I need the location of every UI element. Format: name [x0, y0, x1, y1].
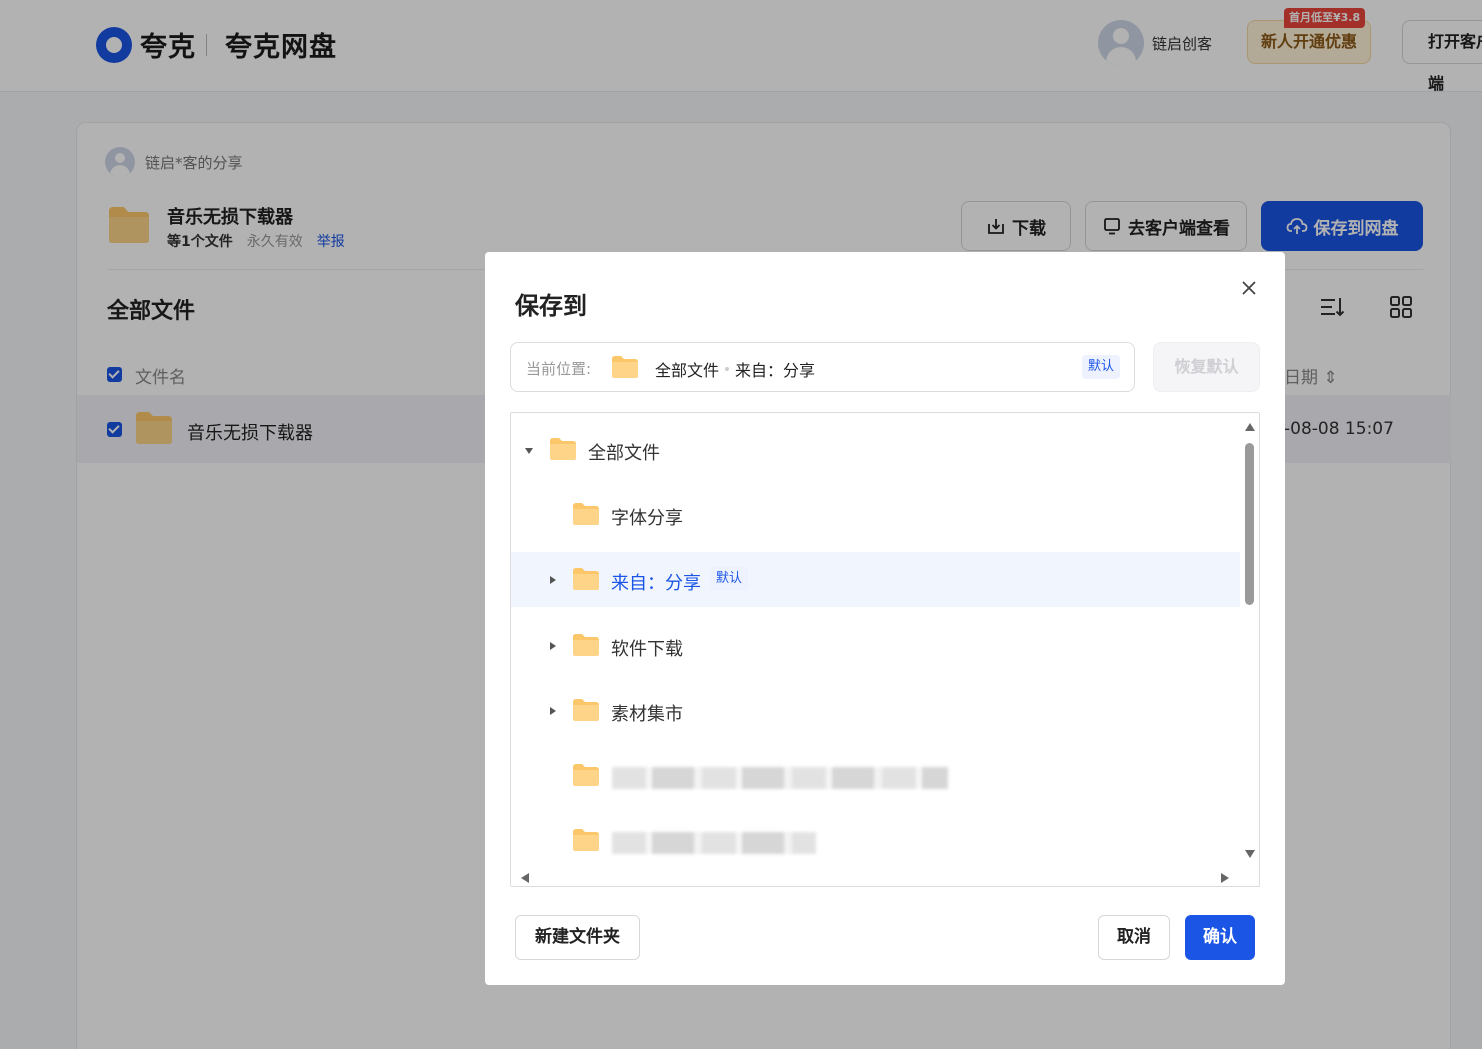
new-folder-button[interactable]: 新建文件夹 — [515, 915, 640, 960]
scroll-left-arrow-icon[interactable] — [521, 873, 529, 883]
folder-icon — [612, 356, 638, 378]
location-label: 当前位置: — [526, 360, 592, 378]
default-badge: 默认 — [710, 567, 749, 591]
breadcrumb-item[interactable]: 全部文件 — [655, 357, 719, 381]
caret-right-icon[interactable] — [550, 707, 556, 715]
close-icon[interactable] — [1237, 276, 1261, 300]
tree-item-label: 全部文件 — [588, 443, 660, 464]
caret-down-icon[interactable] — [525, 448, 533, 454]
scroll-down-arrow-icon[interactable] — [1245, 850, 1255, 858]
scroll-up-arrow-icon[interactable] — [1245, 423, 1255, 431]
cancel-button[interactable]: 取消 — [1098, 915, 1170, 960]
tree-item-all-files[interactable]: 全部文件 — [511, 423, 1240, 478]
current-location-bar: 当前位置: 全部文件 来自：分享 默认 — [510, 342, 1135, 392]
breadcrumb-separator — [725, 367, 730, 371]
tree-item-blurred[interactable] — [511, 813, 1240, 868]
breadcrumb-item[interactable]: 来自：分享 — [735, 357, 815, 381]
caret-right-icon[interactable] — [550, 642, 556, 650]
tree-item-label: 字体分享 — [611, 508, 683, 529]
save-to-dialog: 保存到 当前位置: 全部文件 来自：分享 默认 恢复默认 全部文件 字体分享 来… — [485, 252, 1285, 985]
redacted-label — [612, 832, 816, 854]
vertical-scrollbar[interactable] — [1240, 413, 1259, 868]
caret-right-icon[interactable] — [550, 576, 556, 584]
folder-icon — [573, 764, 599, 786]
tree-item-blurred[interactable] — [511, 748, 1240, 803]
restore-default-button[interactable]: 恢复默认 — [1153, 342, 1260, 392]
redacted-label — [612, 767, 948, 789]
folder-icon — [573, 699, 599, 721]
tree-item-material-market[interactable]: 素材集市 — [511, 683, 1240, 738]
location-breadcrumb: 全部文件 来自：分享 — [655, 357, 815, 381]
folder-icon — [573, 634, 599, 656]
folder-icon — [573, 829, 599, 851]
tree-item-label: 来自：分享 — [611, 573, 701, 594]
tree-item-from-share[interactable]: 来自：分享 默认 — [511, 552, 1240, 607]
confirm-button[interactable]: 确认 — [1185, 915, 1255, 960]
tree-item-label: 软件下载 — [611, 639, 683, 660]
tree-item-label: 素材集市 — [611, 704, 683, 725]
scrollbar-thumb[interactable] — [1245, 443, 1254, 605]
folder-tree: 全部文件 字体分享 来自：分享 默认 软件下载 素材集市 — [510, 412, 1260, 887]
horizontal-scrollbar[interactable] — [511, 868, 1240, 886]
folder-icon — [550, 438, 576, 460]
dialog-title: 保存到 — [515, 292, 587, 320]
tree-item-font-share[interactable]: 字体分享 — [511, 488, 1240, 543]
folder-icon — [573, 503, 599, 525]
folder-icon — [573, 568, 599, 590]
tree-item-software-download[interactable]: 软件下载 — [511, 618, 1240, 673]
default-badge: 默认 — [1082, 355, 1121, 379]
scroll-right-arrow-icon[interactable] — [1221, 873, 1229, 883]
